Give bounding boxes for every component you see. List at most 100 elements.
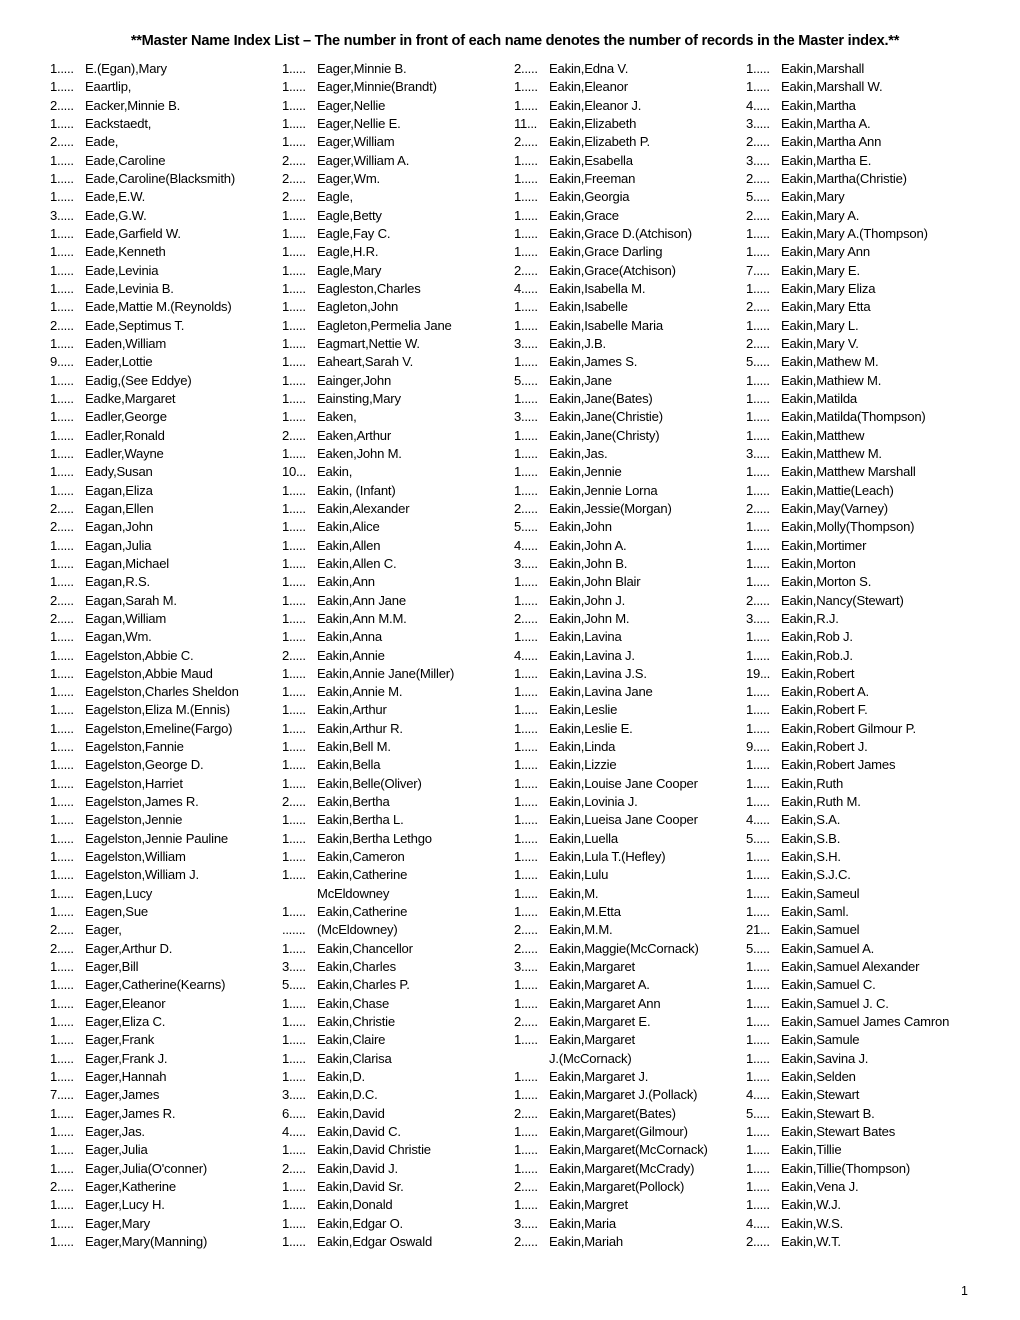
- index-entry: 1..... Eakin,Lovinia J.: [514, 793, 746, 811]
- index-entry: 1..... Eakin,Morton S.: [746, 573, 1000, 591]
- entry-record-count: 2.....: [514, 1105, 538, 1121]
- index-entry: 1..... Eakin,Catherine: [282, 866, 514, 884]
- entry-record-count: 1.....: [282, 482, 306, 498]
- entry-record-count: 4.....: [746, 812, 770, 828]
- entry-name: Eakin,Marshall W.: [781, 79, 883, 95]
- index-entry: 1..... Eakin,Rob.J.: [746, 647, 1000, 665]
- index-entry: 1..... Eagen,Lucy: [50, 885, 282, 903]
- index-entry: 1..... Eakin,Samuel Alexander: [746, 958, 1000, 976]
- entry-record-count: .......: [282, 922, 306, 938]
- entry-record-count: 1.....: [50, 262, 74, 278]
- index-entry: 1..... Eakin,Bertha Lethgo: [282, 830, 514, 848]
- entry-name: Eagan,Wm.: [85, 629, 152, 645]
- entry-name: Eagelston,Harriet: [85, 775, 183, 791]
- entry-name: Eakin,David J.: [317, 1160, 398, 1176]
- entry-name: Eakin,John B.: [549, 555, 628, 571]
- index-entry: 1..... Eadler,Ronald: [50, 427, 282, 445]
- entry-name: Eade,Garfield W.: [85, 225, 181, 241]
- entry-record-count: 1.....: [746, 629, 770, 645]
- index-entry: 7..... Eakin,Mary E.: [746, 262, 1000, 280]
- index-entry: 3..... Eade,G.W.: [50, 207, 282, 225]
- entry-record-count: 4.....: [514, 280, 538, 296]
- entry-name: Eager,Julia(O'conner): [85, 1160, 208, 1176]
- entry-name: Eakin,Lulu: [549, 867, 609, 883]
- entry-name: Eakin,Esabella: [549, 152, 633, 168]
- entry-name: Eakin,Belle(Oliver): [317, 775, 422, 791]
- entry-name: Eagan,John: [85, 519, 153, 535]
- entry-name: Eagelston,James R.: [85, 794, 199, 810]
- entry-name: Eakin,Clarisa: [317, 1050, 392, 1066]
- entry-record-count: 1.....: [514, 702, 538, 718]
- entry-record-count: 1.....: [514, 904, 538, 920]
- entry-record-count: 1.....: [746, 1014, 770, 1030]
- entry-record-count: 1.....: [746, 775, 770, 791]
- index-entry: 1..... Eakin, (Infant): [282, 482, 514, 500]
- index-entry: 1..... Eakin,Robert A.: [746, 683, 1000, 701]
- entry-name: Eakin,Lizzie: [549, 757, 617, 773]
- entry-name: Eaken,Arthur: [317, 427, 392, 443]
- entry-name: Eakin,Lavina J.: [549, 647, 635, 663]
- index-entry: 2..... Eakin,Annie: [282, 647, 514, 665]
- index-entry: 1..... Eagelston,Jennie: [50, 811, 282, 829]
- index-entry: 5..... Eakin,Stewart B.: [746, 1105, 1000, 1123]
- entry-name: Eager,Wm.: [317, 170, 380, 186]
- entry-name: Eakin,Edgar O.: [317, 1215, 403, 1231]
- index-entry: 1..... Eakin,Ruth: [746, 775, 1000, 793]
- entry-record-count: 1.....: [282, 1014, 306, 1030]
- index-entry: 1..... Eager,Hannah: [50, 1068, 282, 1086]
- index-entry: 1..... Eade,Kenneth: [50, 243, 282, 261]
- index-entry: 5..... Eakin,Charles P.: [282, 976, 514, 994]
- entry-record-count: 11...: [514, 115, 538, 131]
- index-entry: 1..... Eakin,Margaret(McCrady): [514, 1160, 746, 1178]
- index-entry: 1..... Eakin,Ann M.M.: [282, 610, 514, 628]
- entry-record-count: 1.....: [746, 1160, 770, 1176]
- index-entry: 1..... Eakin,Margaret J.: [514, 1068, 746, 1086]
- entry-name: Eagan,William: [85, 610, 167, 626]
- entry-name: Eakin,Matthew: [781, 427, 865, 443]
- index-entry: 1..... Eagen,Sue: [50, 903, 282, 921]
- entry-record-count: 1.....: [514, 849, 538, 865]
- entry-name: Eakin,Samuel: [781, 922, 860, 938]
- entry-name: E.(Egan),Mary: [85, 61, 167, 76]
- index-entry: 1..... Eagmart,Nettie W.: [282, 335, 514, 353]
- index-entry: 2..... Eaken,Arthur: [282, 427, 514, 445]
- entry-name: Eakin,Isabella M.: [549, 280, 646, 296]
- index-entry: 21... Eakin,Samuel: [746, 921, 1000, 939]
- entry-record-count: 2.....: [514, 61, 538, 76]
- index-entry: 2..... Eakin,Elizabeth P.: [514, 133, 746, 151]
- index-entry: 1..... Eakin,Margaret J.(Pollack): [514, 1086, 746, 1104]
- index-entry: 1..... Eaken,John M.: [282, 445, 514, 463]
- entry-name: Eakin,Donald: [317, 1197, 393, 1213]
- entry-record-count: 1.....: [50, 574, 74, 590]
- entry-name: Eakin,Margaret J.(Pollack): [549, 1087, 698, 1103]
- entry-record-count: 2.....: [282, 794, 306, 810]
- document-page: **Master Name Index List – The number in…: [0, 0, 1020, 1320]
- entry-name: Eaden,William: [85, 335, 167, 351]
- entry-record-count: 2.....: [746, 335, 770, 351]
- index-entry: 1..... Eager,Nellie: [282, 97, 514, 115]
- entry-name: Eakin,Grace D.(Atchison): [549, 225, 692, 241]
- entry-name: Eady,Susan: [85, 464, 153, 480]
- entry-name: Eagmart,Nettie W.: [317, 335, 420, 351]
- index-entry: 1..... Eager,William: [282, 133, 514, 151]
- entry-name: Eakin,Robert: [781, 665, 855, 681]
- entry-record-count: 1.....: [746, 1197, 770, 1213]
- entry-name: Eade,Septimus T.: [85, 317, 185, 333]
- entry-record-count: 1.....: [282, 574, 306, 590]
- index-entry: 1..... Eakin,Margret: [514, 1196, 746, 1214]
- entry-record-count: 1.....: [746, 1032, 770, 1048]
- index-entry: 3..... Eakin,J.B.: [514, 335, 746, 353]
- entry-name: (McEldowney): [317, 922, 398, 938]
- entry-record-count: 1.....: [746, 904, 770, 920]
- entry-record-count: 1.....: [746, 317, 770, 333]
- index-entry: 1..... Eagle,Betty: [282, 207, 514, 225]
- entry-record-count: 1.....: [746, 555, 770, 571]
- index-entry: 3..... Eakin,Martha A.: [746, 115, 1000, 133]
- entry-name: Eakin,Nancy(Stewart): [781, 592, 904, 608]
- index-entry: 1..... Eakin,John J.: [514, 592, 746, 610]
- index-entry: 1..... Eakin,S.J.C.: [746, 866, 1000, 884]
- entry-name: Eagleston,Charles: [317, 280, 421, 296]
- entry-name: Eakin,Margaret(McCrady): [549, 1160, 695, 1176]
- entry-record-count: 1.....: [282, 445, 306, 461]
- entry-name: Eakin,Robert Gilmour P.: [781, 720, 916, 736]
